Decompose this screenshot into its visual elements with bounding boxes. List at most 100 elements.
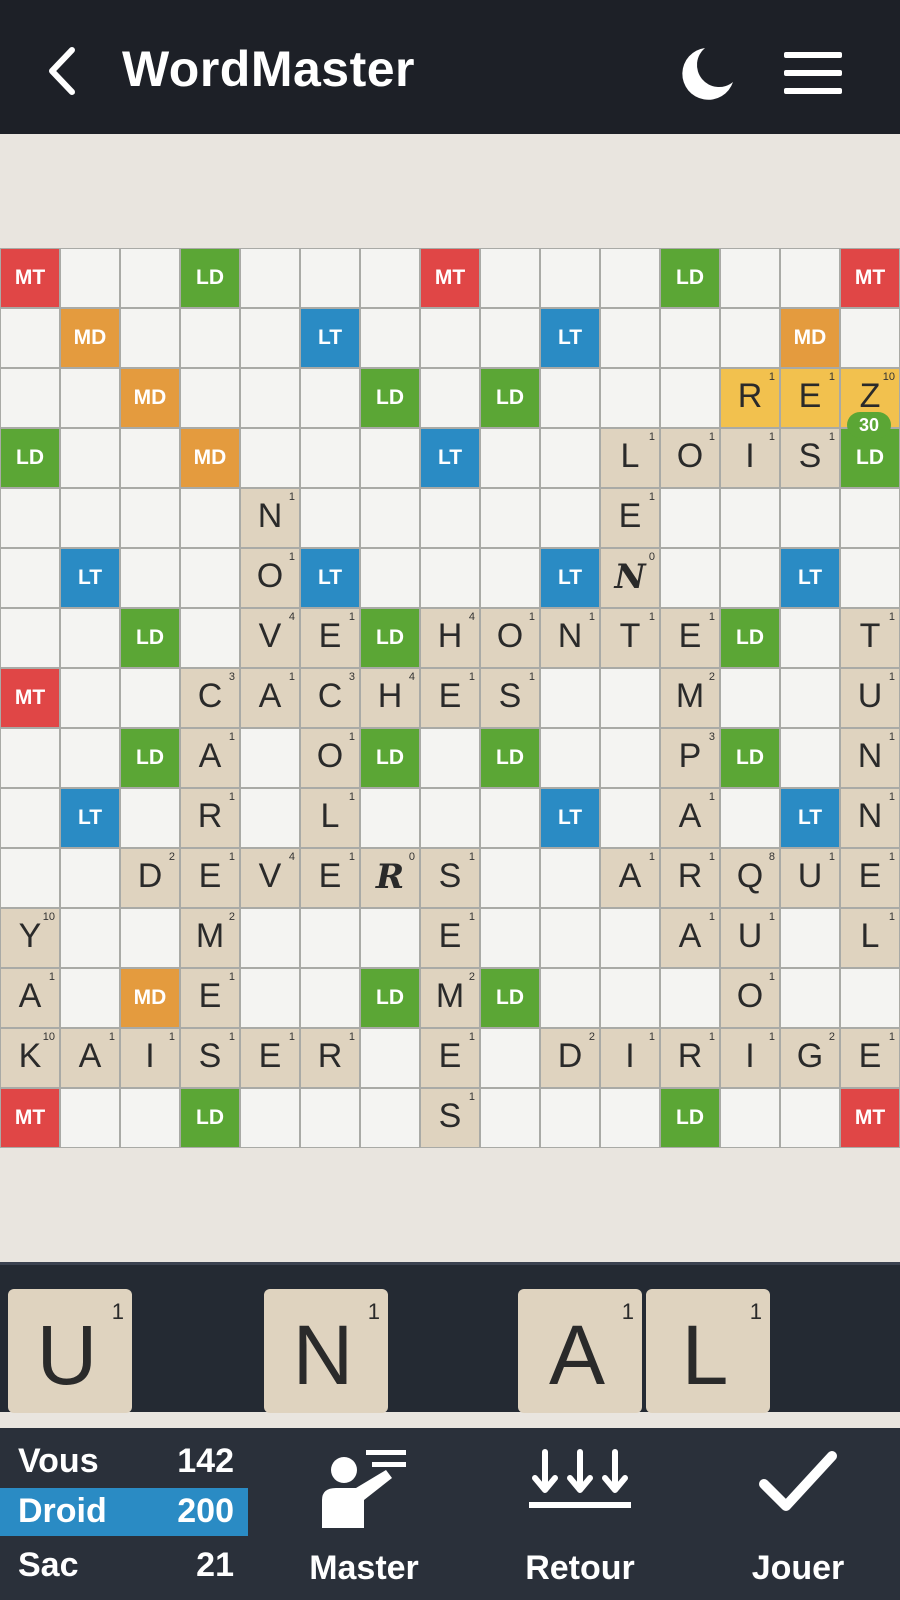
board-square[interactable]	[121, 549, 179, 607]
board-square[interactable]	[301, 1089, 359, 1147]
board-square[interactable]	[241, 369, 299, 427]
board-square[interactable]	[841, 309, 899, 367]
bonus-square-md[interactable]: MD	[181, 429, 239, 487]
board-square[interactable]	[421, 549, 479, 607]
board-tile[interactable]: M2	[421, 969, 479, 1027]
board-square[interactable]	[241, 429, 299, 487]
board-tile[interactable]: O1	[661, 429, 719, 487]
bonus-square-ld[interactable]: LD	[121, 729, 179, 787]
board-tile[interactable]: N1	[541, 609, 599, 667]
board-square[interactable]	[121, 249, 179, 307]
board-square[interactable]	[721, 789, 779, 847]
board-tile[interactable]: A1	[181, 729, 239, 787]
board-tile[interactable]: V4	[241, 609, 299, 667]
board-square[interactable]	[61, 609, 119, 667]
board-tile[interactable]: E1	[781, 369, 839, 427]
board-square[interactable]	[241, 309, 299, 367]
board-tile[interactable]: E1	[301, 609, 359, 667]
board-square[interactable]	[61, 369, 119, 427]
board-square[interactable]	[541, 909, 599, 967]
board-tile[interactable]: O1	[481, 609, 539, 667]
board-square[interactable]	[121, 489, 179, 547]
board-square[interactable]	[61, 729, 119, 787]
board-tile[interactable]: K 10	[1, 1029, 59, 1087]
board-square[interactable]	[481, 249, 539, 307]
board-square[interactable]	[721, 249, 779, 307]
board-square[interactable]	[361, 249, 419, 307]
board-tile[interactable]: H4	[421, 609, 479, 667]
board-tile[interactable]: I1	[121, 1029, 179, 1087]
board-square[interactable]	[601, 729, 659, 787]
bonus-square-ld[interactable]: LD	[481, 369, 539, 427]
jouer-button[interactable]: Jouer	[708, 1428, 888, 1600]
board-square[interactable]	[361, 489, 419, 547]
rack-tile[interactable]: A1	[518, 1289, 642, 1413]
bonus-square-ld[interactable]: LD	[361, 969, 419, 1027]
bonus-square-mt[interactable]: MT	[841, 249, 899, 307]
board-square[interactable]	[361, 309, 419, 367]
board-tile[interactable]: E1	[181, 969, 239, 1027]
board-tile[interactable]: A1	[61, 1029, 119, 1087]
board-square[interactable]	[241, 969, 299, 1027]
board-square[interactable]	[1, 609, 59, 667]
board-tile[interactable]: S1	[421, 849, 479, 907]
bonus-square-md[interactable]: MD	[121, 969, 179, 1027]
board-square[interactable]	[541, 489, 599, 547]
board-tile[interactable]: I1	[601, 1029, 659, 1087]
board-tile[interactable]: O1	[721, 969, 779, 1027]
board-square[interactable]	[721, 1089, 779, 1147]
board-square[interactable]	[421, 369, 479, 427]
board-square[interactable]	[661, 549, 719, 607]
master-button[interactable]: Master	[274, 1428, 454, 1600]
board-square[interactable]	[301, 249, 359, 307]
board-tile[interactable]: R1	[301, 1029, 359, 1087]
board-tile[interactable]: R1	[721, 369, 779, 427]
board-tile[interactable]: S1	[781, 429, 839, 487]
board-square[interactable]	[481, 489, 539, 547]
board-tile[interactable]: E1	[181, 849, 239, 907]
board-tile[interactable]: I1	[721, 429, 779, 487]
bonus-square-lt[interactable]: LT	[541, 549, 599, 607]
board-square[interactable]	[541, 429, 599, 487]
board-tile[interactable]: L1	[601, 429, 659, 487]
tile-rack[interactable]: U1N1A1L1	[0, 1262, 900, 1413]
board-square[interactable]	[1, 729, 59, 787]
board-square[interactable]	[61, 249, 119, 307]
board-tile[interactable]: O1	[301, 729, 359, 787]
board-square[interactable]	[181, 309, 239, 367]
board-tile[interactable]: E1	[301, 849, 359, 907]
rack-tile[interactable]: N1	[264, 1289, 388, 1413]
bonus-square-mt[interactable]: MT	[421, 249, 479, 307]
board-square[interactable]	[361, 429, 419, 487]
board-tile[interactable]: U1	[721, 909, 779, 967]
bonus-square-mt[interactable]: MT	[1, 1089, 59, 1147]
bonus-square-lt[interactable]: LT	[421, 429, 479, 487]
bonus-square-ld[interactable]: LD	[481, 729, 539, 787]
board-square[interactable]	[121, 789, 179, 847]
board-tile[interactable]: A1	[1, 969, 59, 1027]
board-square[interactable]	[541, 1089, 599, 1147]
board-square[interactable]	[601, 369, 659, 427]
board-square[interactable]	[781, 609, 839, 667]
board-tile[interactable]: V4	[241, 849, 299, 907]
board-square[interactable]	[121, 309, 179, 367]
board-square[interactable]	[601, 1089, 659, 1147]
board-square[interactable]	[181, 609, 239, 667]
board-tile[interactable]: S1	[421, 1089, 479, 1147]
bonus-square-md[interactable]: MD	[61, 309, 119, 367]
board-square[interactable]	[1, 849, 59, 907]
board-square[interactable]	[361, 789, 419, 847]
bonus-square-ld[interactable]: LD	[661, 249, 719, 307]
board-square[interactable]	[241, 789, 299, 847]
board-square[interactable]	[481, 1089, 539, 1147]
bonus-square-ld[interactable]: LD	[481, 969, 539, 1027]
board-square[interactable]	[721, 309, 779, 367]
bonus-square-ld[interactable]: LD	[181, 249, 239, 307]
board-square[interactable]	[61, 969, 119, 1027]
moon-icon[interactable]	[675, 42, 737, 104]
bonus-square-ld[interactable]: LD	[721, 729, 779, 787]
board-square[interactable]	[421, 309, 479, 367]
board-square[interactable]	[841, 489, 899, 547]
bonus-square-mt[interactable]: MT	[1, 669, 59, 727]
board-square[interactable]	[481, 309, 539, 367]
